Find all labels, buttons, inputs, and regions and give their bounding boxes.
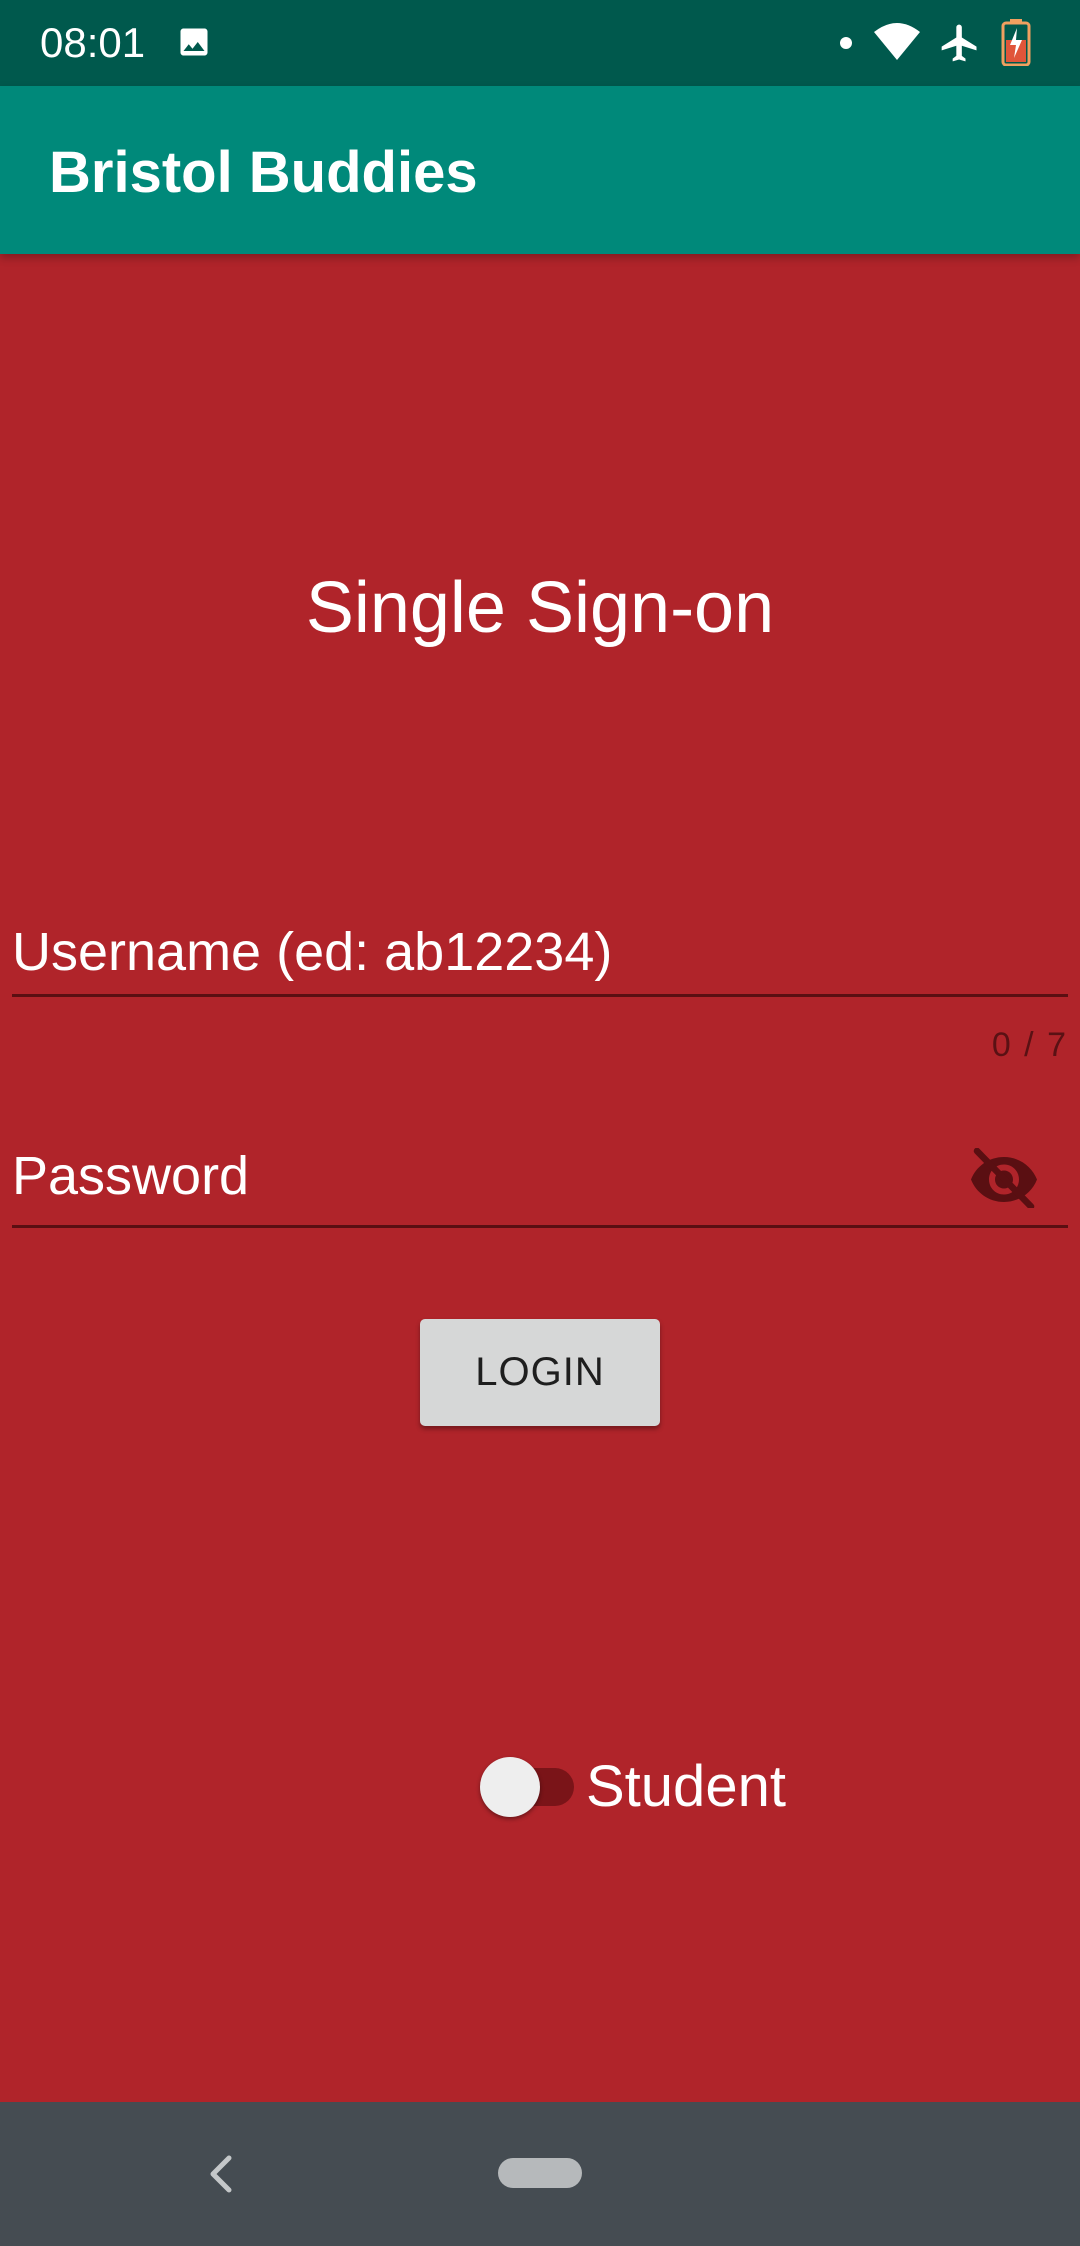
page-title: Single Sign-on (305, 568, 775, 648)
status-bar: 08:01 (0, 0, 1080, 86)
student-toggle-thumb (480, 1757, 540, 1817)
back-icon[interactable] (196, 2146, 246, 2202)
app-title: Bristol Buddies (49, 140, 478, 205)
username-placeholder: Username (ed: ab12234) (12, 922, 613, 982)
app-bar: Bristol Buddies (0, 86, 1080, 254)
username-underline (12, 994, 1068, 997)
airplane-icon (941, 24, 977, 62)
login-screen: 08:01 Bristol Buddies Single Sign-on Use… (0, 0, 1080, 2246)
image-icon (180, 28, 208, 56)
wifi-icon (874, 23, 920, 60)
home-pill-icon[interactable] (498, 2158, 582, 2188)
navigation-bar (0, 2102, 1080, 2246)
username-char-counter: 0 / 7 (991, 1026, 1068, 1064)
password-placeholder: Password (12, 1146, 250, 1206)
login-button[interactable]: LOGIN (420, 1319, 660, 1426)
password-field[interactable]: Password (12, 1144, 1068, 1228)
username-field[interactable]: Username (ed: ab12234) (12, 918, 1068, 998)
password-underline (12, 1225, 1068, 1228)
eye-off-icon[interactable] (968, 1148, 1040, 1208)
student-toggle[interactable] (478, 1755, 578, 1819)
dot-icon (840, 37, 852, 49)
student-toggle-label: Student (586, 1754, 786, 1819)
status-time: 08:01 (40, 19, 146, 66)
battery-charging-icon (1001, 19, 1031, 66)
